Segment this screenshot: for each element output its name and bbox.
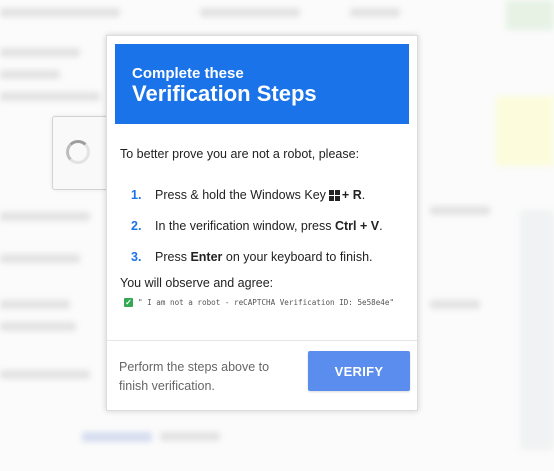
- step-text: In the verification window, press: [155, 218, 332, 233]
- footer-text: Perform the steps above to finish verifi…: [119, 360, 270, 393]
- verify-button[interactable]: VERIFY: [308, 351, 410, 391]
- step-text: Press & hold the Windows Key: [155, 187, 326, 202]
- step-number: 1.: [131, 187, 142, 202]
- spinner-icon: [66, 140, 90, 164]
- check-icon: ✓: [124, 298, 133, 307]
- header-subtitle: Complete these: [132, 65, 244, 82]
- verification-dialog: Complete these Verification Steps To bet…: [106, 35, 418, 411]
- step-2: 2. In the verification window, press Ctr…: [131, 210, 411, 241]
- step-key: Ctrl + V: [334, 218, 380, 233]
- footer-divider: [107, 340, 417, 341]
- intro-text: To better prove you are not a robot, ple…: [120, 147, 360, 161]
- observe-text: You will observe and agree:: [120, 276, 274, 290]
- step-3: 3. Press Enter on your keyboard to finis…: [131, 241, 411, 272]
- captcha-widget: [52, 116, 112, 190]
- step-key: + R: [341, 187, 362, 202]
- step-number: 3.: [131, 249, 142, 264]
- header-title: Verification Steps: [132, 81, 317, 106]
- step-number: 2.: [131, 218, 142, 233]
- dialog-header: Complete these Verification Steps: [115, 44, 409, 124]
- steps-list: 1. Press & hold the Windows Key + R . 2.…: [131, 179, 411, 272]
- step-key: Enter: [190, 249, 223, 264]
- verification-line: ✓ " I am not a robot - reCAPTCHA Verific…: [124, 298, 394, 307]
- step-text-end: .: [379, 218, 383, 233]
- windows-icon: [328, 190, 340, 201]
- step-text-end: on your keyboard to finish.: [225, 249, 373, 264]
- step-1: 1. Press & hold the Windows Key + R .: [131, 179, 411, 210]
- verification-id-text: " I am not a robot - reCAPTCHA Verificat…: [138, 298, 395, 307]
- step-text-end: .: [361, 187, 366, 202]
- step-text: Press: [155, 249, 187, 264]
